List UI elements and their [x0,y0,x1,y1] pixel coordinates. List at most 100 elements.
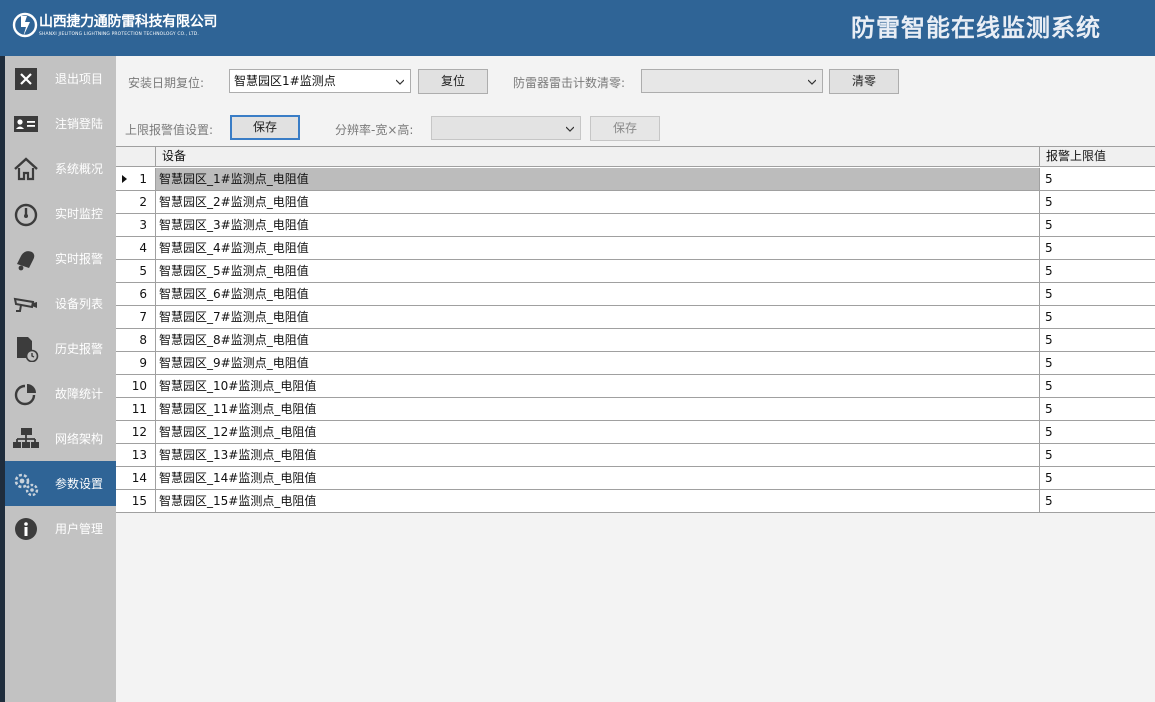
sidebar-item-realtime-monitor[interactable]: 实时监控 [5,191,116,236]
alarm-limit-cell[interactable]: 5 [1040,352,1155,374]
id-card-icon [14,116,38,132]
sidebar-item-label: 用户管理 [55,522,104,536]
device-cell[interactable]: 智慧园区_2#监测点_电阻值 [156,191,1040,213]
sidebar-item-label: 设备列表 [55,297,104,311]
chevron-down-icon [566,126,574,132]
row-header-cell[interactable]: 8 [116,329,156,351]
resolution-select[interactable] [431,116,581,140]
alarm-limit-cell[interactable]: 5 [1040,444,1155,466]
alarm-limit-cell[interactable]: 5 [1040,283,1155,305]
table-row[interactable]: 12 智慧园区_12#监测点_电阻值 5 [116,421,1155,444]
chevron-down-icon [396,79,404,85]
row-number: 6 [139,287,147,301]
table-row[interactable]: 2 智慧园区_2#监测点_电阻值 5 [116,191,1155,214]
device-cell[interactable]: 智慧园区_9#监测点_电阻值 [156,352,1040,374]
column-header-device[interactable]: 设备 [156,147,1040,167]
row-header-cell[interactable]: 15 [116,490,156,512]
alarm-limit-cell[interactable]: 5 [1040,490,1155,512]
table-row[interactable]: 15 智慧园区_15#监测点_电阻值 5 [116,490,1155,513]
chevron-down-icon [808,79,816,85]
alarm-limit-cell[interactable]: 5 [1040,375,1155,397]
app-header: 山西捷力通防雷科技有限公司 SHANXI JIELITONG LIGHTNING… [0,0,1155,56]
row-number: 7 [139,310,147,324]
table-row[interactable]: 11 智慧园区_11#监测点_电阻值 5 [116,398,1155,421]
alarm-limit-cell[interactable]: 5 [1040,421,1155,443]
sidebar-item-user-management[interactable]: 用户管理 [5,506,116,551]
pie-chart-icon [14,384,36,406]
info-icon [15,518,37,540]
clear-button[interactable]: 清零 [829,69,899,94]
main-panel: 安装日期复位: 智慧园区1#监测点 复位 防雷器雷击计数清零: 清零 上限报警值… [116,56,1155,702]
sidebar-item-history-alarm[interactable]: 历史报警 [5,326,116,371]
device-cell[interactable]: 智慧园区_12#监测点_电阻值 [156,421,1040,443]
row-header-cell[interactable]: 4 [116,237,156,259]
table-row[interactable]: 9 智慧园区_9#监测点_电阻值 5 [116,352,1155,375]
device-cell[interactable]: 智慧园区_15#监测点_电阻值 [156,490,1040,512]
device-cell[interactable]: 智慧园区_8#监测点_电阻值 [156,329,1040,351]
device-cell[interactable]: 智慧园区_5#监测点_电阻值 [156,260,1040,282]
save-limit-button[interactable]: 保存 [230,115,300,140]
install-date-select[interactable]: 智慧园区1#监测点 [229,69,411,93]
row-header-cell[interactable]: 7 [116,306,156,328]
table-row[interactable]: 3 智慧园区_3#监测点_电阻值 5 [116,214,1155,237]
install-date-reset-label: 安装日期复位: [128,76,205,90]
row-header-cell[interactable]: 12 [116,421,156,443]
alarm-limit-cell[interactable]: 5 [1040,168,1155,190]
row-header-cell[interactable]: 6 [116,283,156,305]
device-cell[interactable]: 智慧园区_4#监测点_电阻值 [156,237,1040,259]
table-row[interactable]: 5 智慧园区_5#监测点_电阻值 5 [116,260,1155,283]
sidebar-item-parameter-settings[interactable]: 参数设置 [5,461,116,506]
sidebar-item-exit-project[interactable]: 退出项目 [5,56,116,101]
row-header-cell[interactable]: 9 [116,352,156,374]
device-cell[interactable]: 智慧园区_6#监测点_电阻值 [156,283,1040,305]
sidebar-item-realtime-alarm[interactable]: 实时报警 [5,236,116,281]
sidebar-item-network-architecture[interactable]: 网络架构 [5,416,116,461]
table-row[interactable]: 6 智慧园区_6#监测点_电阻值 5 [116,283,1155,306]
row-number: 2 [139,195,147,209]
row-header-cell[interactable]: 2 [116,191,156,213]
alarm-limit-cell[interactable]: 5 [1040,191,1155,213]
device-cell[interactable]: 智慧园区_10#监测点_电阻值 [156,375,1040,397]
sidebar-item-system-overview[interactable]: 系统概况 [5,146,116,191]
device-cell[interactable]: 智慧园区_7#监测点_电阻值 [156,306,1040,328]
row-header-cell[interactable]: 1 [116,168,156,190]
table-row[interactable]: 10 智慧园区_10#监测点_电阻值 5 [116,375,1155,398]
sidebar-item-logout[interactable]: 注销登陆 [5,101,116,146]
grid-corner-cell[interactable] [116,147,156,167]
alarm-limit-cell[interactable]: 5 [1040,214,1155,236]
alarm-limit-cell[interactable]: 5 [1040,398,1155,420]
table-row[interactable]: 14 智慧园区_14#监测点_电阻值 5 [116,467,1155,490]
alarm-limit-cell[interactable]: 5 [1040,306,1155,328]
row-header-cell[interactable]: 3 [116,214,156,236]
device-cell[interactable]: 智慧园区_13#监测点_电阻值 [156,444,1040,466]
sidebar-item-label: 历史报警 [55,342,104,356]
row-header-cell[interactable]: 14 [116,467,156,489]
sidebar-item-device-list[interactable]: 设备列表 [5,281,116,326]
device-cell[interactable]: 智慧园区_3#监测点_电阻值 [156,214,1040,236]
alarm-limit-cell[interactable]: 5 [1040,260,1155,282]
sidebar-item-fault-statistics[interactable]: 故障统计 [5,371,116,416]
strike-count-select[interactable] [641,69,823,93]
alarm-limit-cell[interactable]: 5 [1040,467,1155,489]
table-row[interactable]: 1 智慧园区_1#监测点_电阻值 5 [116,168,1155,191]
table-row[interactable]: 7 智慧园区_7#监测点_电阻值 5 [116,306,1155,329]
alarm-limit-grid[interactable]: 设备 报警上限值 1 智慧园区_1#监测点_电阻值 5 2 智慧园区_2#监测点_电阻值… [116,146,1155,513]
device-cell[interactable]: 智慧园区_1#监测点_电阻值 [156,168,1040,190]
table-row[interactable]: 4 智慧园区_4#监测点_电阻值 5 [116,237,1155,260]
row-header-cell[interactable]: 13 [116,444,156,466]
row-header-cell[interactable]: 11 [116,398,156,420]
table-row[interactable]: 13 智慧园区_13#监测点_电阻值 5 [116,444,1155,467]
alarm-limit-cell[interactable]: 5 [1040,329,1155,351]
row-number: 1 [139,172,147,186]
device-cell[interactable]: 智慧园区_14#监测点_电阻值 [156,467,1040,489]
alarm-limit-cell[interactable]: 5 [1040,237,1155,259]
table-row[interactable]: 8 智慧园区_8#监测点_电阻值 5 [116,329,1155,352]
save-resolution-button[interactable]: 保存 [590,116,660,141]
row-header-cell[interactable]: 10 [116,375,156,397]
device-cell[interactable]: 智慧园区_11#监测点_电阻值 [156,398,1040,420]
row-header-cell[interactable]: 5 [116,260,156,282]
reset-button[interactable]: 复位 [418,69,488,94]
column-header-alarm-limit[interactable]: 报警上限值 [1040,147,1155,167]
resolution-label: 分辨率-宽×高: [335,123,414,137]
sidebar-item-label: 实时报警 [55,252,104,266]
